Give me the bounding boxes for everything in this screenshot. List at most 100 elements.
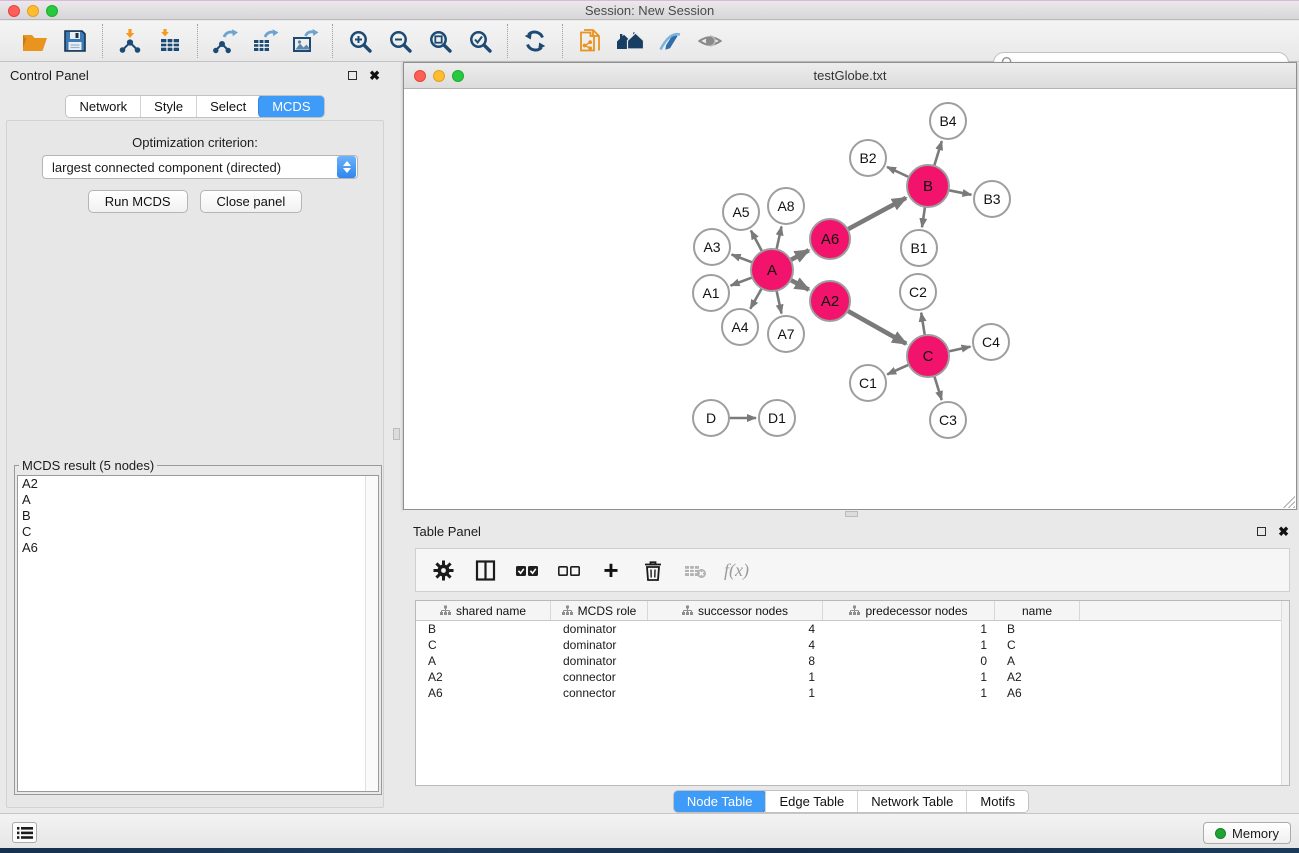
table-row[interactable]: A2connector11A2 [416, 669, 1289, 685]
graph-node-A[interactable]: A [751, 249, 793, 291]
import-network-icon[interactable] [113, 26, 147, 56]
column-header-successor-nodes[interactable]: successor nodes [648, 601, 823, 620]
run-mcds-button[interactable]: Run MCDS [88, 190, 188, 213]
result-list-item[interactable]: C [18, 524, 378, 540]
horizontal-split-divider[interactable] [403, 510, 1299, 518]
graph-node-A4[interactable]: A4 [722, 309, 758, 345]
export-image-icon[interactable] [288, 26, 322, 56]
column-header-shared-name[interactable]: shared name [416, 601, 551, 620]
graph-node-A6[interactable]: A6 [810, 219, 850, 259]
result-list-item[interactable]: A [18, 492, 378, 508]
network-canvas[interactable]: B4B2BB3A8A5A6A3B1AC2A1A2A4A7C4CC1C3DD1 [404, 89, 1296, 509]
network-from-document-icon[interactable] [573, 26, 607, 56]
table-row[interactable]: A6connector11A6 [416, 685, 1289, 701]
graph-node-A2[interactable]: A2 [810, 281, 850, 321]
graph-node-D[interactable]: D [693, 400, 729, 436]
close-window-icon[interactable] [8, 5, 20, 17]
hide-annotations-icon[interactable] [653, 26, 687, 56]
tab-node-table[interactable]: Node Table [673, 790, 767, 813]
add-entry-icon[interactable]: + [598, 557, 624, 583]
table-row[interactable]: Bdominator41B [416, 621, 1289, 637]
network-window-titlebar[interactable]: testGlobe.txt [404, 63, 1296, 89]
zoom-in-icon[interactable] [343, 26, 377, 56]
open-session-icon[interactable] [18, 26, 52, 56]
tab-network[interactable]: Network [66, 96, 140, 117]
result-scrollbar[interactable] [365, 476, 378, 791]
result-list-item[interactable]: A6 [18, 540, 378, 556]
tab-select[interactable]: Select [196, 96, 259, 117]
graph-edge-A-A8[interactable] [776, 227, 781, 252]
function-builder-icon[interactable]: f(x) [724, 557, 749, 583]
close-panel-icon[interactable]: ✖ [369, 69, 380, 82]
tab-mcds[interactable]: MCDS [258, 95, 324, 118]
import-table-icon[interactable] [153, 26, 187, 56]
graph-node-C[interactable]: C [907, 335, 949, 377]
graph-node-D1[interactable]: D1 [759, 400, 795, 436]
home-icon[interactable] [613, 26, 647, 56]
graph-edge-B-B3[interactable] [947, 190, 972, 195]
zoom-fit-icon[interactable] [423, 26, 457, 56]
graph-node-C2[interactable]: C2 [900, 274, 936, 310]
export-table-icon[interactable] [248, 26, 282, 56]
column-header-MCDS-role[interactable]: MCDS role [551, 601, 648, 620]
graph-edge-B-B2[interactable] [887, 167, 911, 178]
graph-edge-A2-C[interactable] [846, 310, 907, 344]
delete-entry-icon[interactable] [640, 557, 666, 583]
tab-motifs[interactable]: Motifs [966, 791, 1028, 812]
graph-node-B[interactable]: B [907, 165, 949, 207]
graph-edge-C-C1[interactable] [887, 364, 911, 375]
memory-button[interactable]: Memory [1203, 822, 1291, 844]
result-list-item[interactable]: A2 [18, 476, 378, 492]
graph-node-B1[interactable]: B1 [901, 230, 937, 266]
graph-edge-A-A5[interactable] [751, 231, 763, 254]
zoom-selected-icon[interactable] [463, 26, 497, 56]
table-row[interactable]: Cdominator41C [416, 637, 1289, 653]
network-minimize-icon[interactable] [433, 70, 445, 82]
table-scrollbar[interactable] [1281, 601, 1289, 785]
graph-node-C1[interactable]: C1 [850, 365, 886, 401]
network-close-icon[interactable] [414, 70, 426, 82]
settings-gear-icon[interactable] [430, 557, 456, 583]
column-header-name[interactable]: name [995, 601, 1080, 620]
graph-node-B4[interactable]: B4 [930, 103, 966, 139]
graph-node-B3[interactable]: B3 [974, 181, 1010, 217]
column-header-predecessor-nodes[interactable]: predecessor nodes [823, 601, 995, 620]
tab-network-table[interactable]: Network Table [857, 791, 966, 812]
network-graph[interactable]: B4B2BB3A8A5A6A3B1AC2A1A2A4A7C4CC1C3DD1 [404, 89, 1296, 509]
graph-edge-B-B4[interactable] [934, 141, 942, 168]
graph-edge-B-B1[interactable] [922, 205, 925, 227]
graph-node-A3[interactable]: A3 [694, 229, 730, 265]
result-list-item[interactable]: B [18, 508, 378, 524]
optimization-criterion-select[interactable]: largest connected component (directed) [42, 155, 358, 179]
zoom-out-icon[interactable] [383, 26, 417, 56]
float-table-panel-icon[interactable] [1257, 527, 1266, 536]
graph-edge-C-C2[interactable] [921, 313, 925, 338]
graph-edge-C-C4[interactable] [947, 347, 971, 352]
graph-edge-A-A7[interactable] [776, 289, 781, 314]
clear-table-icon[interactable] [682, 557, 708, 583]
eye-icon[interactable] [693, 26, 727, 56]
graph-node-A7[interactable]: A7 [768, 316, 804, 352]
graph-node-A1[interactable]: A1 [693, 275, 729, 311]
tab-edge-table[interactable]: Edge Table [765, 791, 857, 812]
show-columns-icon[interactable] [472, 557, 498, 583]
tab-style[interactable]: Style [140, 96, 196, 117]
graph-node-C4[interactable]: C4 [973, 324, 1009, 360]
network-maximize-icon[interactable] [452, 70, 464, 82]
close-table-panel-icon[interactable]: ✖ [1278, 525, 1289, 538]
graph-edge-A-A2[interactable] [789, 279, 809, 290]
export-network-icon[interactable] [208, 26, 242, 56]
float-panel-icon[interactable] [348, 71, 357, 80]
vertical-split-divider[interactable] [390, 62, 403, 813]
graph-edge-C-C3[interactable] [934, 374, 942, 400]
task-history-button[interactable] [12, 822, 37, 843]
graph-node-B2[interactable]: B2 [850, 140, 886, 176]
graph-node-C3[interactable]: C3 [930, 402, 966, 438]
table-row[interactable]: Adominator80A [416, 653, 1289, 669]
close-panel-button[interactable]: Close panel [200, 190, 303, 213]
graph-edge-A-A3[interactable] [732, 255, 755, 264]
graph-edge-A6-B[interactable] [846, 198, 906, 231]
select-all-icon[interactable] [514, 557, 540, 583]
graph-edge-A-A4[interactable] [750, 287, 762, 309]
graph-node-A5[interactable]: A5 [723, 194, 759, 230]
